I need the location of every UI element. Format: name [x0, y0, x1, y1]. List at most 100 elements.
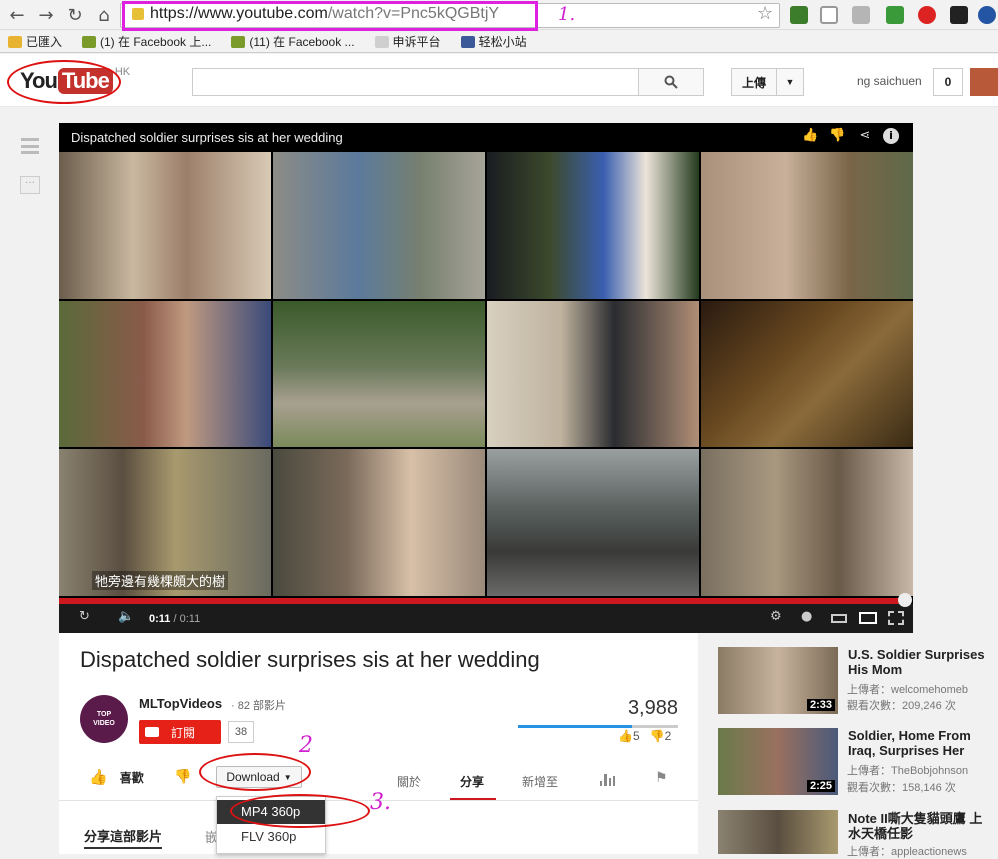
like-ratio-fill [518, 725, 632, 728]
bookmark-item[interactable]: (1) 在 Facebook 上... [82, 33, 211, 50]
suggested-video-tile[interactable] [487, 300, 699, 448]
search-button[interactable] [638, 68, 704, 96]
thumbs-down-icon[interactable]: 👎 [829, 128, 845, 144]
related-uploader[interactable]: 上傳者：appleactionews [847, 843, 967, 859]
profile-extension-icon[interactable] [978, 6, 996, 24]
thumbs-up-icon[interactable]: 👍 [802, 128, 818, 144]
share-heading[interactable]: 分享這部影片 [84, 826, 163, 849]
notification-count[interactable]: 0 [933, 68, 963, 96]
more-icon[interactable]: ··· [20, 176, 40, 194]
info-icon[interactable]: i [883, 128, 899, 144]
channel-avatar[interactable]: TOP VIDEO [80, 695, 128, 743]
suggested-video-tile[interactable] [273, 300, 485, 448]
folder-icon [8, 35, 22, 48]
suggested-video-tile[interactable] [59, 300, 271, 448]
video-title: Dispatched soldier surprises sis at her … [80, 647, 540, 672]
end-screen-grid [59, 152, 913, 596]
dislike-button[interactable]: 👎 [174, 769, 191, 785]
suggested-video-tile[interactable] [701, 449, 913, 596]
forward-icon[interactable]: → [35, 4, 57, 26]
subscribe-button[interactable]: 訂閱 [139, 720, 221, 744]
facebook-game-icon [231, 35, 246, 48]
search-icon [664, 75, 678, 89]
extension-icon[interactable] [790, 6, 808, 24]
page-icon [374, 35, 389, 48]
related-thumbnail[interactable]: 2:33 [718, 647, 838, 714]
suggested-video-tile[interactable] [701, 300, 913, 448]
annotation-step-3: 3. [370, 790, 391, 815]
annotation-mp4-circle [230, 794, 370, 828]
related-title[interactable]: Note II嘶大隻貓頭鷹 上水天橋任影 [848, 811, 993, 841]
suggested-video-tile[interactable] [701, 152, 913, 299]
scrubber-handle[interactable] [898, 593, 912, 607]
theater-mode-icon[interactable] [859, 612, 877, 624]
bookmark-item[interactable]: 申诉平台 [374, 33, 441, 50]
duration-badge: 2:33 [806, 699, 835, 711]
related-views: 觀看次數：209,246 次 [847, 700, 956, 712]
search-input[interactable] [192, 68, 639, 96]
related-views: 觀看次數：158,146 次 [847, 782, 956, 794]
channel-name[interactable]: MLTopVideos [139, 696, 222, 711]
annotation-download-circle [199, 753, 311, 791]
stats-icon[interactable] [600, 772, 615, 786]
like-counts: 👍5 👎2 [618, 729, 672, 743]
suggested-video-tile[interactable] [59, 152, 271, 299]
bookmark-item[interactable]: 轻松小站 [460, 33, 527, 50]
watch-later-icon[interactable]: ● [801, 609, 812, 624]
tab-share[interactable]: 分享 [460, 773, 484, 790]
adblock-icon[interactable] [918, 6, 936, 24]
related-uploader[interactable]: 上傳者：TheBobjohnson [847, 762, 968, 778]
replay-icon[interactable]: ↻ [79, 609, 90, 624]
channel-video-count[interactable]: · 82 部影片 [231, 697, 286, 713]
suggested-video-tile[interactable] [273, 449, 485, 596]
bookmark-star-icon[interactable]: ☆ [757, 3, 773, 24]
notification-extension-icon[interactable] [950, 6, 968, 24]
guide-menu-icon[interactable] [21, 138, 39, 154]
bookmarks-bar: 已匯入 (1) 在 Facebook 上... (11) 在 Facebook … [0, 31, 998, 53]
annotation-logo-circle [7, 60, 121, 104]
small-player-icon[interactable] [831, 614, 847, 623]
tab-about[interactable]: 關於 [397, 773, 421, 790]
menu-item-flv-360p[interactable]: FLV 360p [217, 825, 325, 849]
suggested-video-tile[interactable] [273, 152, 485, 299]
dislike-count: 2 [664, 729, 672, 743]
time-total: / 0:11 [170, 613, 201, 625]
avatar[interactable] [970, 68, 998, 96]
facebook-icon [460, 35, 475, 48]
home-icon[interactable]: ⌂ [93, 4, 115, 26]
bookmark-item[interactable]: (11) 在 Facebook ... [231, 33, 355, 50]
share-icon[interactable]: ⋖ [857, 128, 873, 144]
video-caption: 牠旁邊有幾棵頗大的樹 [92, 571, 229, 590]
youtube-play-icon [145, 727, 159, 737]
like-button[interactable]: 👍 喜歡 [89, 768, 144, 786]
upload-button[interactable]: 上傳 [731, 68, 777, 96]
related-thumbnail[interactable]: 2:25 [718, 728, 838, 795]
player-title[interactable]: Dispatched soldier surprises sis at her … [71, 130, 343, 145]
username: ng saichuen [857, 74, 922, 88]
progress-bar[interactable] [59, 598, 907, 604]
volume-icon[interactable]: 🔈 [118, 609, 134, 624]
settings-gear-icon[interactable]: ⚙ [770, 609, 782, 624]
related-title[interactable]: U.S. Soldier Surprises His Mom [848, 647, 993, 677]
related-title[interactable]: Soldier, Home From Iraq, Surprises Her [848, 728, 993, 758]
suggested-video-tile[interactable] [487, 449, 699, 596]
fullscreen-icon[interactable] [888, 611, 904, 625]
mail-icon[interactable] [820, 6, 838, 24]
flag-icon[interactable]: ⚑ [655, 770, 668, 786]
annotation-step-2: 2 [299, 733, 313, 758]
back-icon[interactable]: ← [6, 4, 28, 26]
subscriber-count: 38 [228, 721, 254, 743]
bookmark-item[interactable]: 已匯入 [8, 33, 62, 50]
tab-add-to[interactable]: 新增至 [522, 773, 558, 790]
related-thumbnail[interactable] [718, 810, 838, 854]
reload-icon[interactable]: ↻ [64, 4, 86, 26]
suggested-video-tile[interactable] [487, 152, 699, 299]
chevron-down-icon[interactable]: ▼ [776, 68, 804, 96]
download-extension-icon[interactable] [852, 6, 870, 24]
facebook-game-icon [82, 35, 97, 48]
duration-badge: 2:25 [806, 780, 835, 792]
related-uploader[interactable]: 上傳者：welcomehomeb [847, 681, 968, 697]
evernote-icon[interactable] [886, 6, 904, 24]
view-count: 3,988 [627, 697, 678, 719]
time-display: 0:11 / 0:11 [149, 613, 200, 625]
